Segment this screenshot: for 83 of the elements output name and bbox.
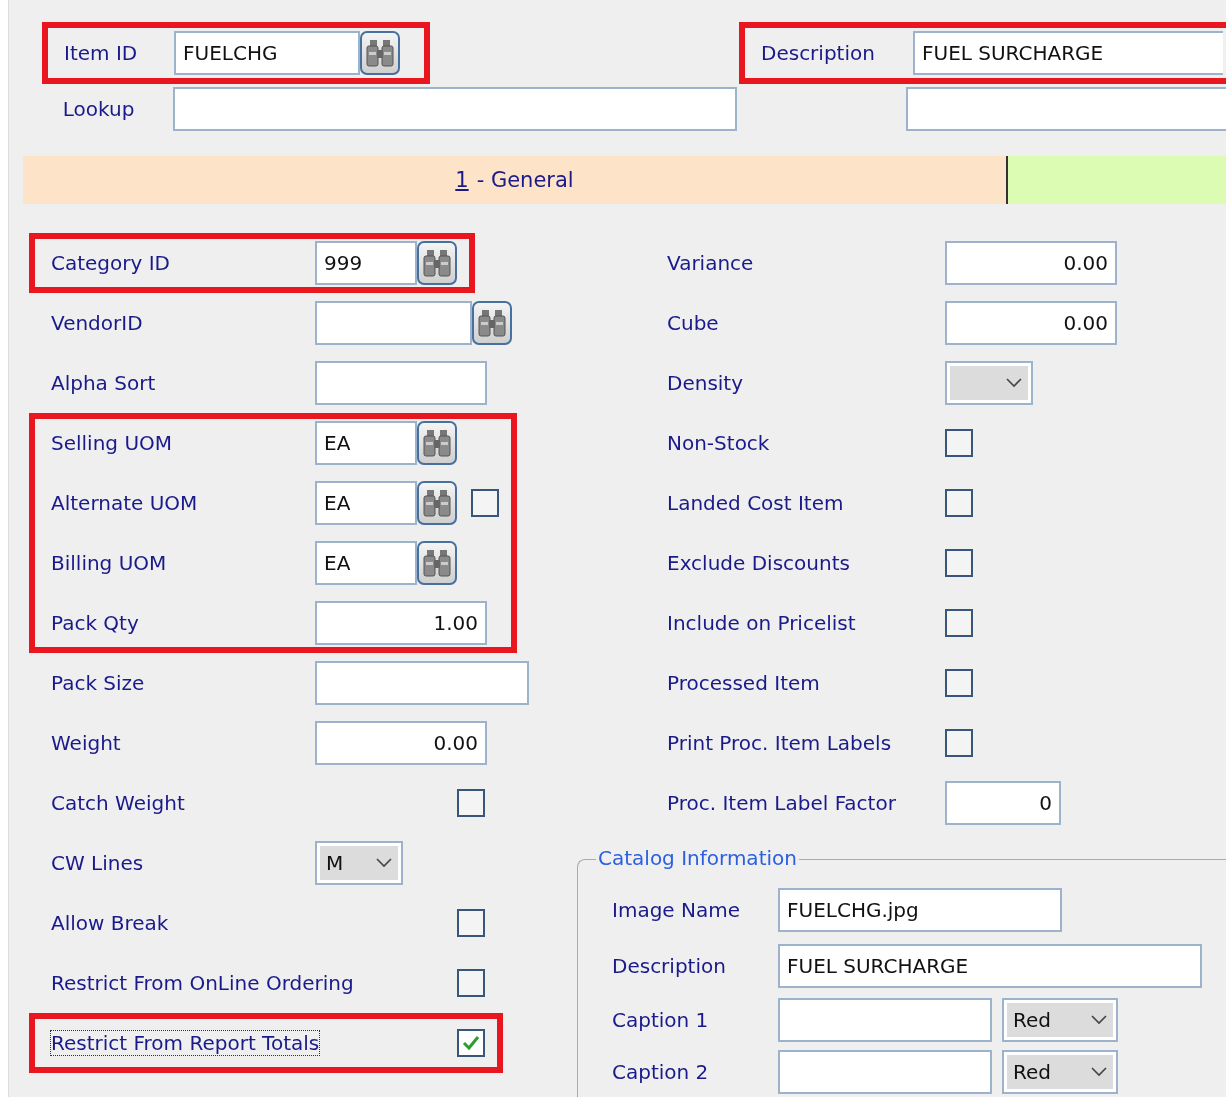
- input-field[interactable]: [315, 661, 529, 705]
- input-field[interactable]: FUELCHG: [174, 31, 360, 75]
- binoculars-icon: [423, 548, 451, 578]
- input-field[interactable]: [315, 361, 487, 405]
- input-field[interactable]: EA: [315, 481, 417, 525]
- field-label: Exclude Discounts: [667, 551, 851, 575]
- check-icon: [462, 1035, 480, 1051]
- input-field[interactable]: [172, 87, 737, 131]
- field-label: Caption 2: [612, 1060, 710, 1084]
- checkbox[interactable]: [945, 729, 973, 757]
- input-field[interactable]: [906, 87, 1226, 131]
- input-field[interactable]: [778, 1050, 992, 1094]
- field-label: Processed Item: [667, 671, 821, 695]
- input-field[interactable]: 1.00: [315, 601, 487, 645]
- input-field[interactable]: EA: [315, 421, 417, 465]
- field-label: Billing UOM: [51, 551, 168, 575]
- field-label: Proc. Item Label Factor: [667, 791, 897, 815]
- field-label: Catch Weight: [51, 791, 186, 815]
- field-label: Category ID: [51, 251, 171, 275]
- field-label: VendorID: [51, 311, 144, 335]
- field-label: Pack Qty: [51, 611, 140, 635]
- binoculars-icon: [423, 248, 451, 278]
- field-label: Selling UOM: [51, 431, 174, 455]
- binoculars-icon: [478, 308, 506, 338]
- field-label: Weight: [51, 731, 122, 755]
- dropdown[interactable]: Red: [1002, 1050, 1118, 1094]
- input-field[interactable]: 0.00: [945, 241, 1117, 285]
- checkbox[interactable]: [457, 909, 485, 937]
- input-field[interactable]: [315, 301, 472, 345]
- input-field[interactable]: 0.00: [945, 301, 1117, 345]
- chevron-down-icon: [1091, 1015, 1107, 1025]
- checkbox[interactable]: [945, 489, 973, 517]
- lookup-button[interactable]: [472, 301, 512, 345]
- lookup-button[interactable]: [360, 31, 400, 75]
- field-label: Alternate UOM: [51, 491, 199, 515]
- field-label: Print Proc. Item Labels: [667, 731, 893, 755]
- dropdown[interactable]: M: [315, 841, 403, 885]
- lookup-button[interactable]: [417, 421, 457, 465]
- binoculars-icon: [366, 38, 394, 68]
- field-label: Description: [761, 41, 876, 65]
- tab[interactable]: 1 - General: [23, 156, 1008, 204]
- checkbox[interactable]: [945, 669, 973, 697]
- field-label: Restrict From Report Totals: [51, 1031, 320, 1055]
- checkbox[interactable]: [945, 549, 973, 577]
- chevron-down-icon: [1091, 1067, 1107, 1077]
- input-field[interactable]: FUEL SURCHARGE: [778, 944, 1202, 988]
- field-label: Description: [612, 954, 727, 978]
- input-field[interactable]: EA: [315, 541, 417, 585]
- binoculars-icon: [423, 488, 451, 518]
- field-label: Lookup: [62, 97, 136, 121]
- field-label: Landed Cost Item: [667, 491, 845, 515]
- field-label: Restrict From OnLine Ordering: [51, 971, 354, 995]
- dropdown[interactable]: Red: [1002, 998, 1118, 1042]
- field-label: Cube: [667, 311, 720, 335]
- lookup-button[interactable]: [417, 481, 457, 525]
- field-label: CW Lines: [51, 851, 145, 875]
- input-field[interactable]: 0.00: [315, 721, 487, 765]
- input-field[interactable]: FUEL SURCHARGE: [913, 31, 1223, 75]
- checkbox[interactable]: [945, 429, 973, 457]
- field-label: Density: [667, 371, 745, 395]
- checkbox[interactable]: [457, 789, 485, 817]
- chevron-down-icon: [1006, 378, 1022, 388]
- input-field[interactable]: 0: [945, 781, 1061, 825]
- checkbox[interactable]: [457, 969, 485, 997]
- field-label: Non-Stock: [667, 431, 771, 455]
- binoculars-icon: [423, 428, 451, 458]
- chevron-down-icon: [376, 858, 392, 868]
- field-label: Caption 1: [612, 1008, 710, 1032]
- checkbox[interactable]: [457, 1029, 485, 1057]
- checkbox[interactable]: [471, 489, 499, 517]
- input-field[interactable]: 999: [315, 241, 417, 285]
- checkbox[interactable]: [945, 609, 973, 637]
- field-label: Include on Pricelist: [667, 611, 857, 635]
- lookup-button[interactable]: [417, 241, 457, 285]
- field-label: Image Name: [612, 898, 741, 922]
- field-label: Alpha Sort: [51, 371, 157, 395]
- input-field[interactable]: [778, 998, 992, 1042]
- field-label: Variance: [667, 251, 755, 275]
- lookup-button[interactable]: [417, 541, 457, 585]
- field-label: Allow Break: [51, 911, 170, 935]
- field-label: Pack Size: [51, 671, 146, 695]
- field-label: Item ID: [64, 41, 139, 65]
- input-field[interactable]: FUELCHG.jpg: [778, 888, 1062, 932]
